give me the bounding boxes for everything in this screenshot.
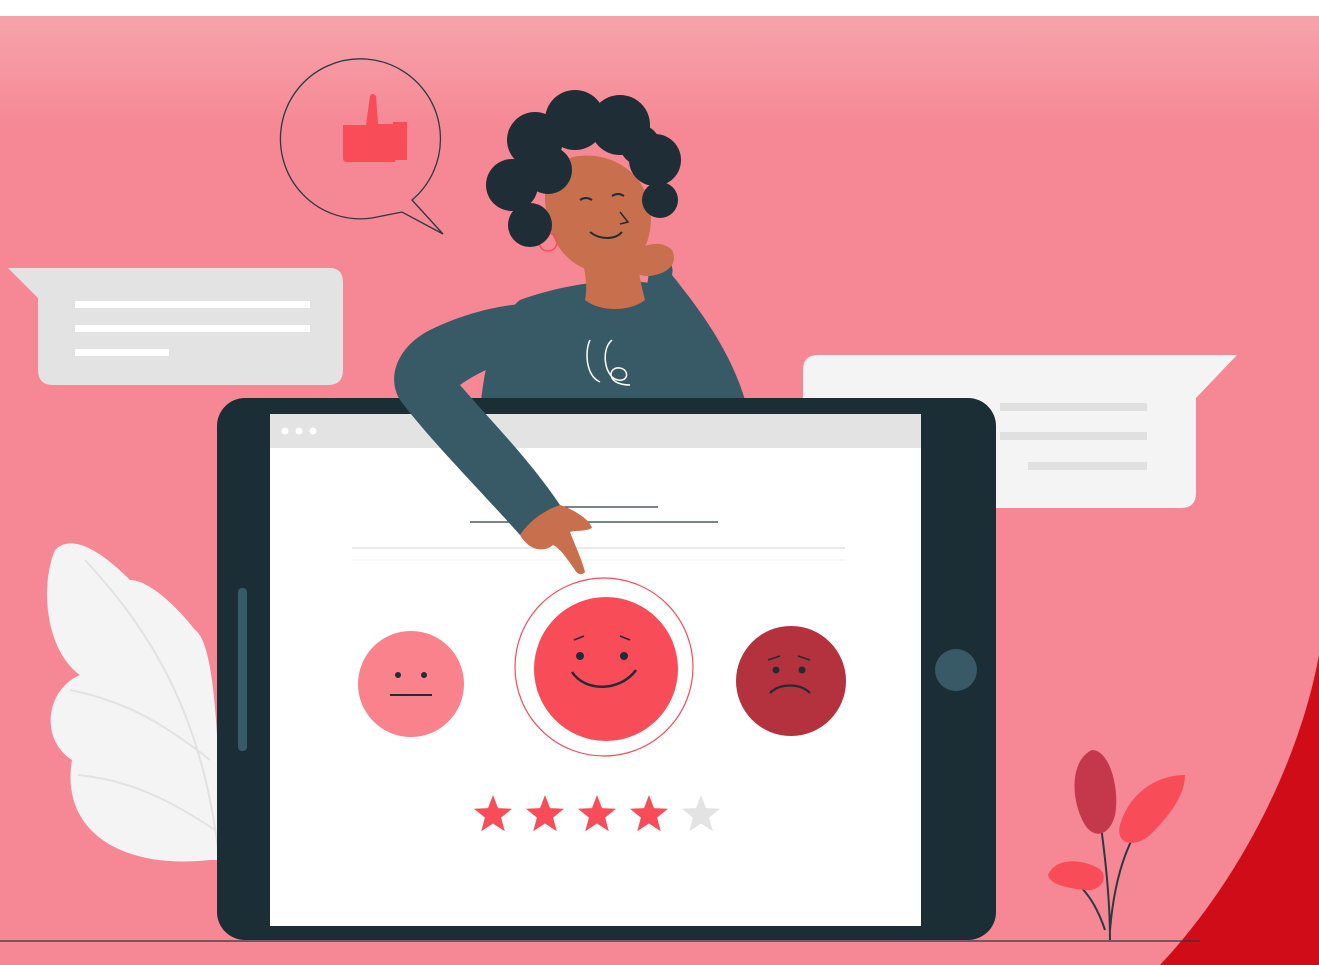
face-sad[interactable] (736, 626, 846, 736)
chat-bubble-left (8, 268, 343, 385)
tablet-side-slot (238, 588, 247, 751)
illustration-canvas (0, 16, 1319, 965)
tablet-home-button (935, 649, 977, 691)
feedback-illustration (0, 0, 1319, 965)
face-neutral[interactable] (358, 631, 464, 737)
browser-dots-icon (281, 427, 317, 435)
browser-bar (270, 414, 921, 448)
